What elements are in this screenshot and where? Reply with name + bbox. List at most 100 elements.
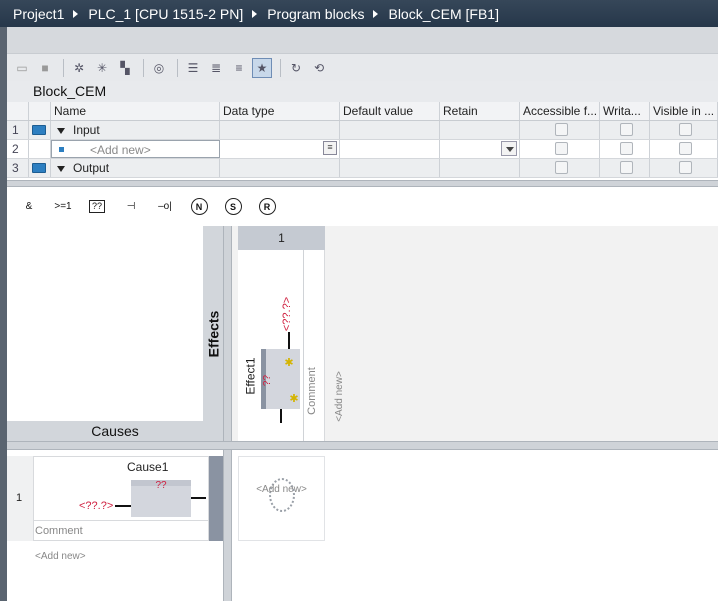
cause-connection-line	[115, 505, 131, 507]
breadcrumb: Project1 PLC_1 [CPU 1515-2 PN] Program b…	[0, 0, 718, 27]
show-favorites-icon[interactable]: ◎	[149, 58, 169, 78]
sparkle-icon[interactable]: ✱	[284, 358, 294, 369]
cause-title[interactable]: Cause1	[127, 460, 168, 474]
default-value-cell[interactable]	[340, 121, 440, 139]
effects-label-text: Effects	[205, 310, 221, 357]
header-name[interactable]: Name	[51, 102, 220, 120]
effect-column-header[interactable]: 1	[238, 226, 325, 250]
matrix-add-new[interactable]: <Add new>	[238, 484, 325, 495]
table-row-input[interactable]: 1 Input	[7, 121, 718, 140]
insert-row-icon[interactable]: ▭	[12, 58, 32, 78]
sparkle-icon[interactable]: ✱	[289, 394, 299, 405]
horizontal-splitter[interactable]	[7, 441, 718, 450]
and-instruction-button[interactable]: &	[16, 195, 42, 219]
effect-add-new[interactable]: <Add new>	[332, 366, 346, 426]
n-instruction-button[interactable]: N	[186, 195, 212, 219]
empty-box-label: ??	[88, 200, 105, 213]
assignment-icon[interactable]: –o|	[152, 195, 178, 219]
default-value-cell[interactable]	[340, 140, 440, 158]
s-label: S	[224, 198, 242, 215]
s-instruction-button[interactable]: S	[220, 195, 246, 219]
breadcrumb-plc[interactable]: PLC_1 [CPU 1515-2 PN]	[88, 6, 243, 22]
data-type-picker-icon[interactable]: ≡	[323, 141, 337, 155]
breadcrumb-program-blocks[interactable]: Program blocks	[267, 6, 364, 22]
vertical-splitter[interactable]	[223, 226, 232, 601]
expand-all-icon[interactable]: ≣	[206, 58, 226, 78]
collapse-all-icon[interactable]: ☰	[183, 58, 203, 78]
interface-header-row: Name Data type Default value Retain Acce…	[7, 102, 718, 121]
data-type-cell[interactable]	[220, 121, 340, 139]
cause-add-new[interactable]: <Add new>	[35, 551, 86, 562]
row-icon	[29, 140, 51, 158]
header-visible[interactable]: Visible in ...	[650, 102, 718, 120]
snapshot-copy-icon[interactable]: ✳	[92, 58, 112, 78]
or-instruction-button[interactable]: >=1	[50, 195, 76, 219]
interface-section-icon	[29, 121, 51, 139]
accessible-cell	[520, 121, 600, 139]
empty-box-button[interactable]: ??	[84, 195, 110, 219]
editor-toolbar: ▭ ■ ✲ ✳ ▚ ◎ ☰ ≣ ≡ ★ ↻ ⟲	[7, 53, 718, 81]
cause-operand[interactable]: <??.?>	[79, 500, 113, 512]
toolbar-divider	[177, 58, 178, 77]
list-view-icon[interactable]: ≡	[229, 58, 249, 78]
retain-cell[interactable]	[440, 140, 520, 158]
breadcrumb-project[interactable]: Project1	[13, 6, 64, 22]
section-name-cell[interactable]: Input	[51, 121, 220, 139]
row-number: 2	[7, 140, 29, 158]
start-value-icon[interactable]: ▚	[115, 58, 135, 78]
section-name-cell[interactable]: Output	[51, 159, 220, 177]
toolbar-divider	[143, 58, 144, 77]
effect-operand[interactable]: <??.?>	[280, 296, 294, 332]
checkbox[interactable]	[619, 161, 633, 174]
effect-comment-divider	[303, 250, 304, 441]
default-value-cell[interactable]	[340, 159, 440, 177]
save-icon[interactable]: ■	[35, 58, 55, 78]
checkbox[interactable]	[554, 161, 568, 174]
table-row-output[interactable]: 3 Output	[7, 159, 718, 178]
effects-label: Effects	[203, 226, 223, 441]
checkbox[interactable]	[554, 123, 568, 136]
collapse-triangle-icon[interactable]	[57, 165, 65, 172]
cause-instruction: ??	[155, 480, 167, 491]
monitor-all-icon[interactable]: ⟲	[309, 58, 329, 78]
snapshot-icon[interactable]: ✲	[69, 58, 89, 78]
r-instruction-button[interactable]: R	[254, 195, 280, 219]
breadcrumb-arrow-icon	[73, 9, 79, 18]
data-type-cell[interactable]: ≡	[220, 140, 340, 158]
header-writable[interactable]: Writa...	[600, 102, 650, 120]
monitor-icon[interactable]: ↻	[286, 58, 306, 78]
interface-splitter[interactable]	[7, 180, 718, 187]
effect-instruction: ??	[262, 372, 274, 388]
checkbox[interactable]	[554, 142, 568, 155]
cause-comment[interactable]: Comment	[33, 520, 209, 541]
data-type-cell[interactable]	[220, 159, 340, 177]
header-retain[interactable]: Retain	[440, 102, 520, 120]
cause-connection-line	[191, 497, 206, 499]
header-data-type[interactable]: Data type	[220, 102, 340, 120]
retain-cell[interactable]	[440, 159, 520, 177]
instruction-palette: & >=1 ?? ⊣ –o| N S R	[7, 187, 718, 226]
cause-row-number: 1	[7, 456, 33, 541]
accessible-cell	[520, 159, 600, 177]
collapse-triangle-icon[interactable]	[57, 127, 65, 134]
highlight-view-icon[interactable]: ★	[252, 57, 272, 78]
effect-title[interactable]: Effect1	[243, 346, 259, 406]
effect-instruction-text: ??	[262, 374, 274, 386]
header-default-value[interactable]: Default value	[340, 102, 440, 120]
header-accessible[interactable]: Accessible f...	[520, 102, 600, 120]
checkbox[interactable]	[619, 142, 633, 155]
open-branch-icon[interactable]: ⊣	[118, 195, 144, 219]
row-number: 1	[7, 121, 29, 139]
add-new-name-input[interactable]: <Add new>	[51, 140, 220, 158]
checkbox[interactable]	[678, 161, 692, 174]
effect-comment[interactable]: Comment	[305, 356, 319, 426]
checkbox[interactable]	[678, 142, 692, 155]
retain-dropdown-icon[interactable]	[501, 141, 517, 156]
breadcrumb-block[interactable]: Block_CEM [FB1]	[388, 6, 498, 22]
checkbox[interactable]	[678, 123, 692, 136]
effect-connection-line	[288, 332, 290, 349]
checkbox[interactable]	[619, 123, 633, 136]
table-row-add-new[interactable]: 2 <Add new> ≡	[7, 140, 718, 159]
retain-cell[interactable]	[440, 121, 520, 139]
member-icon	[59, 147, 64, 152]
